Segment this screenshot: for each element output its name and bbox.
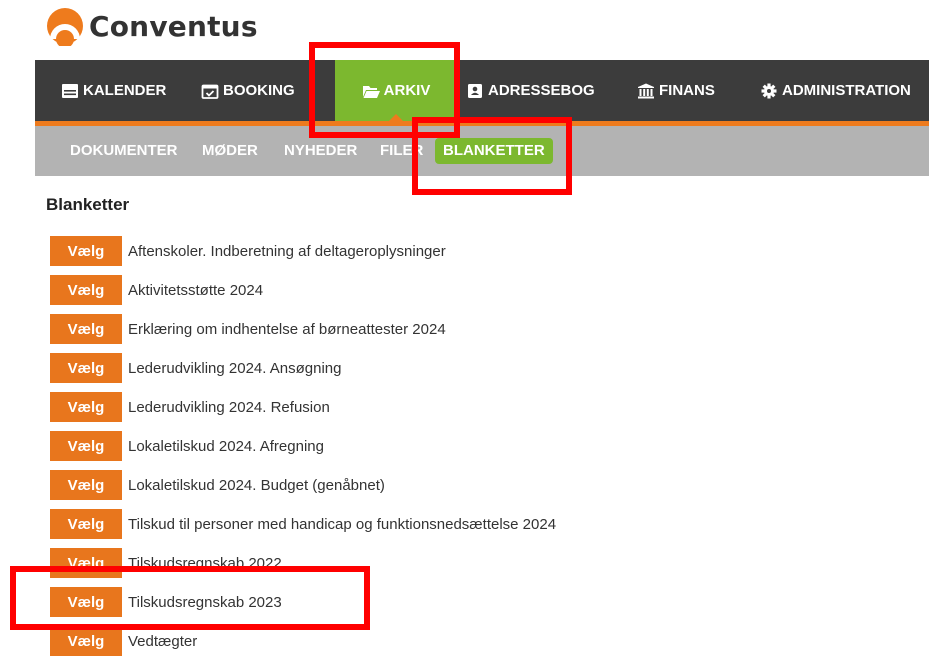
subnav-item-nyheder[interactable]: NYHEDER — [284, 126, 357, 176]
brand-name: Conventus — [89, 9, 258, 43]
choose-button[interactable]: Vælg — [50, 392, 122, 422]
choose-button[interactable]: Vælg — [50, 353, 122, 383]
subnav-item-filer[interactable]: FILER — [380, 126, 423, 176]
form-name: Tilskud til personer med handicap og fun… — [128, 515, 557, 533]
choose-button[interactable]: Vælg — [50, 548, 122, 578]
list-item: Vælg Tilskudsregnskab 2023 — [50, 587, 282, 617]
list-item: Vælg Lederudvikling 2024. Ansøgning — [50, 353, 342, 383]
list-item: Vælg Lokaletilskud 2024. Afregning — [50, 431, 324, 461]
form-name: Tilskudsregnskab 2023 — [128, 593, 282, 611]
main-navigation: KALENDER BOOKING ARKIV ADRESSEBOG FINANS… — [35, 60, 929, 126]
list-item: Vælg Vedtægter — [50, 626, 197, 656]
list-item: Vælg Erklæring om indhentelse af børneat… — [50, 314, 446, 344]
choose-button[interactable]: Vælg — [50, 236, 122, 266]
tab-label: ADRESSEBOG — [488, 82, 595, 99]
form-name: Vedtægter — [128, 632, 198, 650]
tab-label: KALENDER — [83, 82, 167, 99]
list-item: Vælg Tilskud til personer med handicap o… — [50, 509, 556, 539]
form-name: Lederudvikling 2024. Ansøgning — [128, 359, 342, 377]
form-name: Lederudvikling 2024. Refusion — [128, 398, 330, 416]
subnav-item-moder[interactable]: MØDER — [202, 126, 258, 176]
tab-finans[interactable]: FINANS — [637, 60, 715, 121]
choose-button[interactable]: Vælg — [50, 431, 122, 461]
address-book-icon — [468, 83, 482, 98]
form-name: Erklæring om indhentelse af børneatteste… — [128, 320, 446, 338]
calendar-check-icon — [201, 84, 219, 99]
form-name: Lokaletilskud 2024. Afregning — [128, 437, 324, 455]
calendar-icon — [62, 83, 78, 98]
list-item: Vælg Lokaletilskud 2024. Budget (genåbne… — [50, 470, 385, 500]
choose-button[interactable]: Vælg — [50, 275, 122, 305]
tab-label: ARKIV — [383, 82, 431, 99]
bank-icon — [638, 83, 654, 98]
choose-button[interactable]: Vælg — [50, 626, 122, 656]
tab-label: BOOKING — [223, 82, 295, 99]
form-name: Aftenskoler. Indberetning af deltageropl… — [128, 242, 446, 260]
list-item: Vælg Lederudvikling 2024. Refusion — [50, 392, 330, 422]
tab-label: FINANS — [659, 82, 715, 99]
choose-button[interactable]: Vælg — [50, 314, 122, 344]
tab-arkiv[interactable]: ARKIV — [335, 60, 457, 122]
sub-navigation: DOKUMENTER MØDER NYHEDER FILER BLANKETTE… — [35, 126, 929, 176]
folder-open-icon — [362, 85, 380, 98]
form-name: Aktivitetsstøtte 2024 — [128, 281, 264, 299]
form-name: Lokaletilskud 2024. Budget (genåbnet) — [128, 476, 385, 494]
choose-button[interactable]: Vælg — [50, 470, 122, 500]
logo-mark-icon — [47, 8, 83, 46]
tab-administration[interactable]: ADMINISTRATION — [760, 60, 911, 121]
list-item: Vælg Aftenskoler. Indberetning af deltag… — [50, 236, 446, 266]
subnav-item-blanketter[interactable]: BLANKETTER — [435, 138, 553, 164]
page-title: Blanketter — [46, 195, 130, 214]
list-item: Vælg Tilskudsregnskab 2022 — [50, 548, 282, 578]
subnav-item-dokumenter[interactable]: DOKUMENTER — [70, 126, 178, 176]
tab-kalender[interactable]: KALENDER — [61, 60, 166, 121]
choose-button[interactable]: Vælg — [50, 509, 122, 539]
list-item: Vælg Aktivitetsstøtte 2024 — [50, 275, 263, 305]
choose-button[interactable]: Vælg — [50, 587, 122, 617]
tab-adressebog[interactable]: ADRESSEBOG — [466, 60, 595, 121]
tab-booking[interactable]: BOOKING — [201, 60, 295, 121]
gear-icon — [761, 83, 777, 98]
conventus-logo[interactable]: Conventus — [45, 6, 258, 46]
tab-label: ADMINISTRATION — [782, 82, 911, 99]
form-name: Tilskudsregnskab 2022 — [128, 554, 282, 572]
